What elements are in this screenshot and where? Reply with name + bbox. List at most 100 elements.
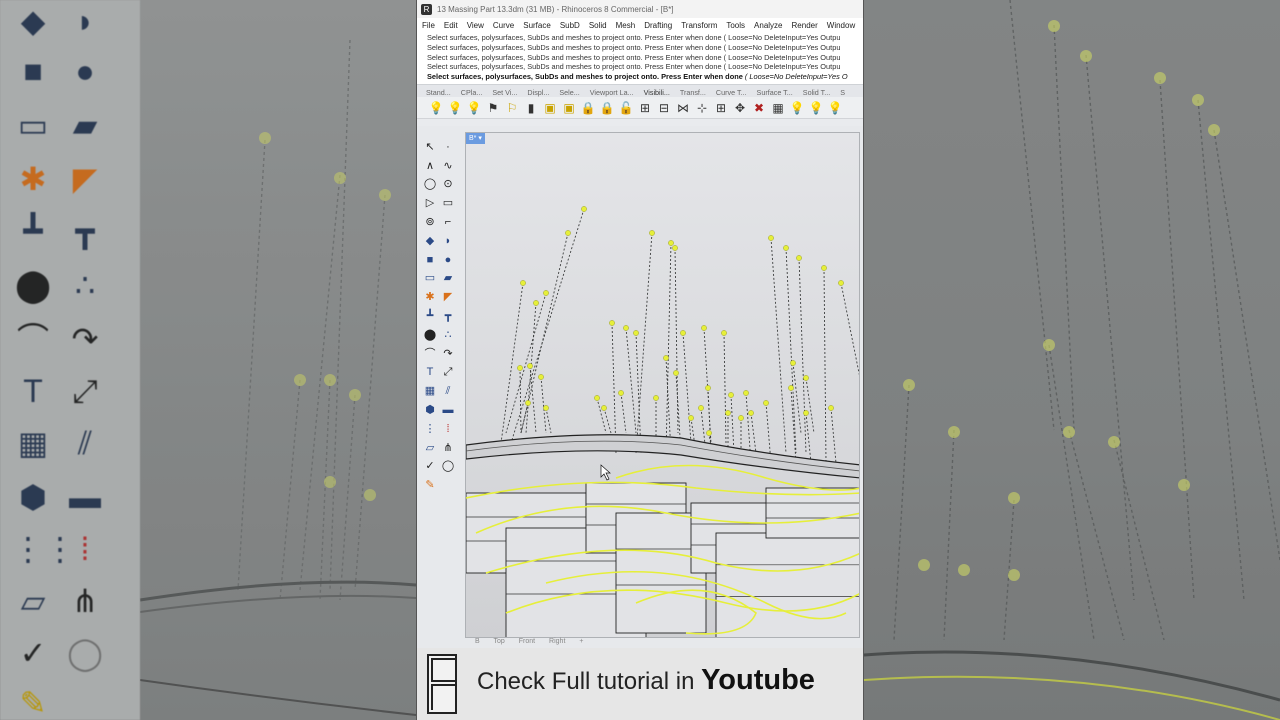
swap-hidden-icon[interactable]: ⚐ xyxy=(503,100,521,116)
tab-select[interactable]: Sele... xyxy=(559,88,579,97)
viewport-tab-front[interactable]: Front xyxy=(519,638,535,645)
projection-point xyxy=(527,363,533,369)
menu-tools[interactable]: Tools xyxy=(726,21,745,30)
viewport-tab-b[interactable]: B xyxy=(475,638,480,645)
polyline-icon[interactable]: ∧ xyxy=(421,158,439,175)
menu-analyze[interactable]: Analyze xyxy=(754,21,782,30)
lock-swap-icon[interactable]: 🔒 xyxy=(598,100,616,116)
split-icon[interactable]: ┻ xyxy=(421,308,439,325)
menu-render[interactable]: Render xyxy=(792,21,818,30)
surface-icon[interactable]: ◆ xyxy=(421,233,439,250)
select-icon[interactable]: ↖ xyxy=(421,139,439,156)
trim-icon[interactable]: ┳ xyxy=(439,308,457,325)
menu-solid[interactable]: Solid xyxy=(589,21,607,30)
layer-icon[interactable]: ▱ xyxy=(421,440,439,457)
command-prompt-options[interactable]: ( Loose=No DeleteInput=Yes O xyxy=(745,72,848,81)
fillet-edge-icon[interactable]: ◤ xyxy=(439,289,457,306)
check-icon[interactable]: ✓ xyxy=(421,458,439,475)
offset-icon[interactable]: ⊚ xyxy=(421,214,439,231)
transform-icon[interactable]: ⋈ xyxy=(674,100,692,116)
menu-drafting[interactable]: Drafting xyxy=(644,21,672,30)
grid-points-icon[interactable]: ⊹ xyxy=(693,100,711,116)
tab-curve-tools[interactable]: Curve T... xyxy=(716,88,747,97)
ellipse-icon[interactable]: ⊙ xyxy=(439,176,457,193)
tab-more[interactable]: S xyxy=(840,88,845,97)
menu-file[interactable]: File xyxy=(422,21,435,30)
loft-icon[interactable]: ◗ xyxy=(439,233,457,250)
sphere-icon[interactable]: ● xyxy=(439,252,457,269)
circle-icon[interactable]: ◯ xyxy=(421,176,439,193)
promo-banner: Check Full tutorial in Youtube xyxy=(416,648,864,720)
show-icon[interactable]: 💡 xyxy=(446,100,464,116)
youtube-label[interactable]: Youtube xyxy=(701,664,815,696)
scale-icon[interactable]: ⤢ xyxy=(439,364,457,381)
model-scene[interactable] xyxy=(466,133,860,638)
array-linear-icon[interactable]: ⁞ xyxy=(439,421,457,438)
menu-transform[interactable]: Transform xyxy=(681,21,717,30)
menu-edit[interactable]: Edit xyxy=(444,21,458,30)
tab-set-view[interactable]: Set Vi... xyxy=(492,88,517,97)
lock-icon[interactable]: 🔒 xyxy=(579,100,597,116)
tab-viewport-layout[interactable]: Viewport La... xyxy=(590,88,634,97)
delete-points-icon[interactable]: ✖ xyxy=(750,100,768,116)
rectangle-icon[interactable]: ▭ xyxy=(439,195,457,212)
menu-window[interactable]: Window xyxy=(827,21,855,30)
hierarchy-icon[interactable]: ⋔ xyxy=(439,440,457,457)
document-icon[interactable]: ▮ xyxy=(522,100,540,116)
cylinder-icon[interactable]: ▭ xyxy=(421,270,439,287)
gear-icon[interactable]: ✱ xyxy=(421,289,439,306)
grid-icon[interactable]: ▦ xyxy=(421,383,439,400)
command-prompt[interactable]: Select surfaces, polysurfaces, SubDs and… xyxy=(427,72,863,82)
move-points-icon[interactable]: ✥ xyxy=(731,100,749,116)
menu-surface[interactable]: Surface xyxy=(523,21,551,30)
tab-surface-tools[interactable]: Surface T... xyxy=(757,88,793,97)
fillet-curve-icon[interactable]: ⌐ xyxy=(439,214,457,231)
pen-icon[interactable]: ✎ xyxy=(421,477,439,494)
viewport-tab-right[interactable]: Right xyxy=(549,638,565,645)
perspective-viewport[interactable]: B* ▾ xyxy=(465,132,860,638)
tab-solid-tools[interactable]: Solid T... xyxy=(803,88,830,97)
right-backdrop xyxy=(864,0,1280,720)
viewport-label[interactable]: B* ▾ xyxy=(466,133,485,144)
group-icon[interactable]: ⬤ xyxy=(421,327,439,344)
viewport-tab-top[interactable]: Top xyxy=(494,638,505,645)
menu-view[interactable]: View xyxy=(467,21,484,30)
show-points-icon[interactable]: 💡 xyxy=(788,100,806,116)
text-icon[interactable]: T xyxy=(421,364,439,381)
tab-standard[interactable]: Stand... xyxy=(426,88,451,97)
blend-curve-icon[interactable]: ↷ xyxy=(439,346,457,363)
plane-icon[interactable]: ▰ xyxy=(439,270,457,287)
polygon-icon[interactable]: ▷ xyxy=(421,195,439,212)
curve-icon[interactable]: ∿ xyxy=(439,158,457,175)
points-on-icon[interactable]: ⊞ xyxy=(636,100,654,116)
tab-display[interactable]: Displ... xyxy=(527,88,549,97)
lightbulb-icon[interactable]: 💡 xyxy=(427,100,445,116)
control-grid-icon[interactable]: ⊞ xyxy=(712,100,730,116)
menu-curve[interactable]: Curve xyxy=(493,21,514,30)
light-icon[interactable]: 💡 xyxy=(826,100,844,116)
sweep-icon[interactable]: ⫽ xyxy=(439,383,457,400)
dimension-icon[interactable]: ▬ xyxy=(439,402,457,419)
box-icon[interactable]: ■ xyxy=(421,252,439,269)
extrude-icon[interactable]: ⬢ xyxy=(421,402,439,419)
render-sphere-icon[interactable]: ◯ xyxy=(439,458,457,475)
unlock-selected-icon[interactable]: 🔓 xyxy=(617,100,635,116)
point-icon[interactable]: · xyxy=(439,139,457,156)
projection-point xyxy=(763,400,769,406)
cage-icon[interactable]: ▦ xyxy=(769,100,787,116)
points-off-icon[interactable]: ⊟ xyxy=(655,100,673,116)
ungroup-icon[interactable]: ∴ xyxy=(439,327,457,344)
hide-icon[interactable]: ⚑ xyxy=(484,100,502,116)
unlock-icon[interactable]: ▣ xyxy=(560,100,578,116)
menu-subd[interactable]: SubD xyxy=(560,21,580,30)
tab-visibility[interactable]: Visibili... xyxy=(644,88,670,97)
tab-cplanes[interactable]: CPla... xyxy=(461,88,483,97)
arc-icon[interactable]: ⌒ xyxy=(421,346,439,363)
tab-transform[interactable]: Transf... xyxy=(680,88,706,97)
array-icon[interactable]: ⋮ xyxy=(421,421,439,438)
show-selected-icon[interactable]: 💡 xyxy=(465,100,483,116)
menu-mesh[interactable]: Mesh xyxy=(616,21,636,30)
hide-points-icon[interactable]: 💡 xyxy=(807,100,825,116)
lock-objects-icon[interactable]: ▣ xyxy=(541,100,559,116)
viewport-tab-add[interactable]: + xyxy=(579,638,583,645)
